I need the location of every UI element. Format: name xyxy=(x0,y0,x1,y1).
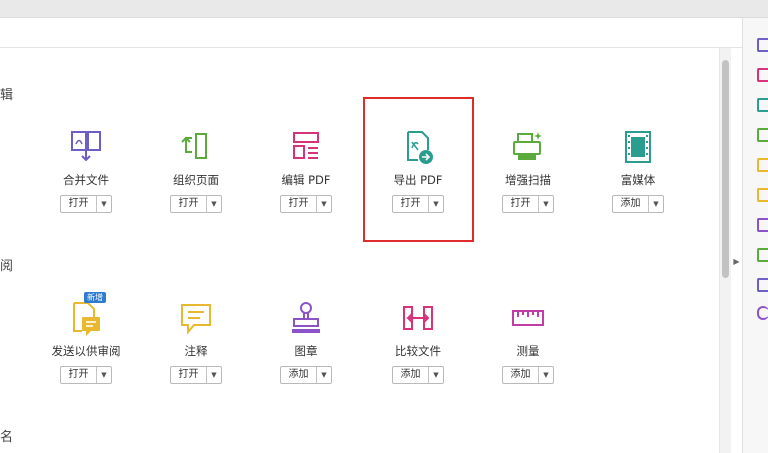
tool-compare-files[interactable]: 比较文件 添加 ▼ xyxy=(373,299,463,384)
send-for-review-icon: 新增 xyxy=(66,292,106,339)
tool-label: 注释 xyxy=(184,344,208,358)
open-button[interactable]: 打开 xyxy=(171,196,207,212)
tool-label: 编辑 PDF xyxy=(281,173,331,187)
comment-icon xyxy=(176,299,216,339)
enhance-scan-icon[interactable] xyxy=(757,248,768,262)
tool-combine-files[interactable]: 合并文件 打开 ▼ xyxy=(41,128,131,213)
chevron-down-icon[interactable]: ▼ xyxy=(429,367,443,383)
tool-enhance-scan[interactable]: 增强扫描 打开 ▼ xyxy=(483,128,573,213)
send-for-review-icon[interactable] xyxy=(757,158,768,172)
export-pdf-icon[interactable] xyxy=(757,98,768,112)
chevron-down-icon[interactable]: ▼ xyxy=(97,196,111,212)
open-split-button[interactable]: 打开 ▼ xyxy=(502,195,554,213)
add-button[interactable]: 添加 xyxy=(393,367,429,383)
open-split-button[interactable]: 打开 ▼ xyxy=(170,195,222,213)
chevron-down-icon[interactable]: ▼ xyxy=(539,196,553,212)
open-button[interactable]: 打开 xyxy=(171,367,207,383)
tool-label: 组织页面 xyxy=(173,173,219,187)
tool-label: 比较文件 xyxy=(395,344,441,358)
compare-files-icon xyxy=(398,299,438,339)
add-button[interactable]: 添加 xyxy=(503,367,539,383)
section-label-sign: 名 xyxy=(0,430,14,445)
protect-icon[interactable] xyxy=(757,278,768,292)
section-label-edit: 辑 xyxy=(0,88,14,103)
stamp-icon xyxy=(286,299,326,339)
tool-comment[interactable]: 注释 打开 ▼ xyxy=(151,299,241,384)
chevron-down-icon[interactable]: ▼ xyxy=(317,367,331,383)
combine-files-icon[interactable] xyxy=(757,38,768,52)
open-button[interactable]: 打开 xyxy=(61,196,97,212)
open-button[interactable]: 打开 xyxy=(281,196,317,212)
add-split-button[interactable]: 添加 ▼ xyxy=(612,195,664,213)
add-split-button[interactable]: 添加 ▼ xyxy=(280,366,332,384)
redact-icon[interactable] xyxy=(757,306,768,320)
edit-pdf-icon[interactable] xyxy=(757,68,768,82)
open-split-button[interactable]: 打开 ▼ xyxy=(170,366,222,384)
right-tools-panel xyxy=(742,18,768,453)
tool-label: 增强扫描 xyxy=(505,173,551,187)
add-split-button[interactable]: 添加 ▼ xyxy=(392,366,444,384)
tool-stamp[interactable]: 图章 添加 ▼ xyxy=(261,299,351,384)
top-toolbar xyxy=(0,0,768,18)
open-split-button[interactable]: 打开 ▼ xyxy=(280,195,332,213)
chevron-down-icon[interactable]: ▼ xyxy=(539,367,553,383)
secondary-toolbar xyxy=(0,18,742,48)
tool-label: 图章 xyxy=(294,344,318,358)
chevron-down-icon[interactable]: ▼ xyxy=(97,367,111,383)
open-split-button[interactable]: 打开 ▼ xyxy=(60,195,112,213)
organize-pages-icon xyxy=(176,128,216,168)
tool-label: 发送以供审阅 xyxy=(51,344,121,358)
organize-pages-icon[interactable] xyxy=(757,128,768,142)
open-split-button[interactable]: 打开 ▼ xyxy=(60,366,112,384)
tool-edit-pdf[interactable]: 编辑 PDF 打开 ▼ xyxy=(261,128,351,213)
chevron-down-icon[interactable]: ▼ xyxy=(649,196,663,212)
add-button[interactable]: 添加 xyxy=(281,367,317,383)
scroll-thumb[interactable] xyxy=(722,60,729,278)
open-button[interactable]: 打开 xyxy=(503,196,539,212)
chevron-down-icon[interactable]: ▼ xyxy=(207,367,221,383)
fill-sign-icon[interactable] xyxy=(757,218,768,232)
edit-pdf-icon xyxy=(286,128,326,168)
tool-rich-media[interactable]: 富媒体 添加 ▼ xyxy=(593,128,683,213)
vertical-scrollbar[interactable] xyxy=(719,48,731,453)
open-button[interactable]: 打开 xyxy=(61,367,97,383)
tool-label: 合并文件 xyxy=(63,173,109,187)
chevron-down-icon[interactable]: ▼ xyxy=(207,196,221,212)
tool-measure[interactable]: 测量 添加 ▼ xyxy=(483,299,573,384)
highlight-box xyxy=(363,97,474,242)
tools-panel xyxy=(0,48,718,453)
add-button[interactable]: 添加 xyxy=(613,196,649,212)
tool-label: 测量 xyxy=(516,344,540,358)
measure-icon xyxy=(508,299,548,339)
combine-files-icon xyxy=(66,128,106,168)
rich-media-icon xyxy=(618,128,658,168)
tool-organize-pages[interactable]: 组织页面 打开 ▼ xyxy=(151,128,241,213)
new-badge: 新增 xyxy=(84,292,106,303)
collapse-panel-icon[interactable]: ▶ xyxy=(731,252,742,272)
tool-label: 富媒体 xyxy=(620,173,656,187)
enhance-scan-icon xyxy=(508,128,548,168)
comment-icon[interactable] xyxy=(757,188,768,202)
chevron-down-icon[interactable]: ▼ xyxy=(317,196,331,212)
add-split-button[interactable]: 添加 ▼ xyxy=(502,366,554,384)
section-label-review: 阅 xyxy=(0,259,14,274)
tool-send-for-review[interactable]: 新增 发送以供审阅 打开 ▼ xyxy=(41,292,131,384)
